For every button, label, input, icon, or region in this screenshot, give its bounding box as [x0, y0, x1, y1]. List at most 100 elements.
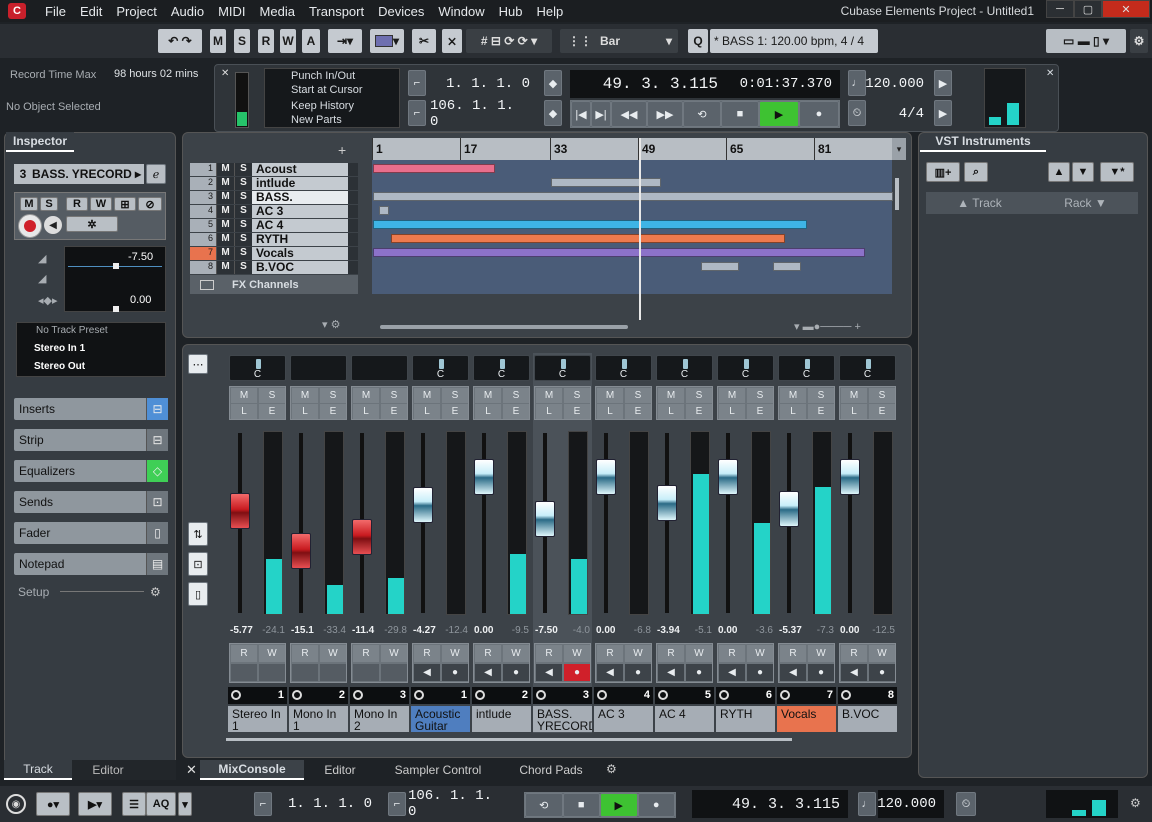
tempo-mode-icon[interactable]: ▶ — [934, 70, 952, 96]
channel-mute-button[interactable]: M — [658, 388, 684, 403]
bottom-left-locator[interactable]: 1. 1. 1. 0 — [274, 792, 380, 816]
write-button[interactable]: W — [625, 645, 651, 662]
menu-media[interactable]: Media — [253, 4, 302, 19]
bottom-settings-gear-icon[interactable]: ⚙ — [1130, 796, 1141, 810]
write-button[interactable]: W — [381, 645, 407, 662]
left-locator-icon[interactable]: ⌐ — [408, 70, 426, 96]
locator-swap-icon[interactable]: ◆ — [544, 70, 562, 96]
track-row-8[interactable]: 8 M S B.VOC — [190, 260, 358, 274]
channel-name[interactable]: Stereo In 1 — [228, 706, 287, 732]
track-row-3[interactable]: 3 M S BASS. — [190, 190, 358, 204]
fader-value[interactable]: -7.50 — [535, 625, 558, 636]
close-transport-right-icon[interactable]: ✕ — [1046, 68, 1054, 79]
channel-name[interactable]: B.VOC — [838, 706, 897, 732]
inspector-pan[interactable]: 0.00 — [130, 294, 151, 306]
read-button[interactable]: R — [597, 645, 623, 662]
right-locator-icon[interactable]: ⌐ — [408, 100, 426, 126]
inspector-solo-button[interactable]: S — [40, 197, 58, 211]
menu-transport[interactable]: Transport — [302, 4, 371, 19]
volume-fader[interactable] — [291, 533, 311, 569]
add-track-icon[interactable]: + — [338, 142, 346, 158]
track-solo-button[interactable]: S — [234, 260, 252, 274]
channel-name[interactable]: BASS. YRECORD — [533, 706, 592, 732]
fader-value[interactable]: -4.27 — [413, 625, 436, 636]
track-row-5[interactable]: 5 M S AC 4 — [190, 218, 358, 232]
volume-handle[interactable] — [113, 263, 119, 269]
play-icon[interactable]: ▶ — [759, 101, 799, 127]
write-button[interactable]: W — [869, 645, 895, 662]
write-button[interactable]: W — [564, 645, 590, 662]
write-all-button[interactable]: W — [280, 29, 296, 53]
quantize-icon[interactable]: Q — [688, 29, 708, 53]
write-button[interactable]: W — [259, 645, 285, 662]
listen-button[interactable]: L — [841, 404, 867, 419]
read-button[interactable]: R — [841, 645, 867, 662]
vst-instruments-tab[interactable]: VST Instruments — [920, 132, 1046, 152]
fader-value[interactable]: -15.1 — [291, 625, 314, 636]
fader-value[interactable]: -3.94 — [657, 625, 680, 636]
track-preset[interactable]: No Track Preset — [36, 325, 108, 336]
edit-button[interactable]: E — [564, 404, 590, 419]
menu-file[interactable]: File — [38, 4, 73, 19]
fader-view-icon[interactable]: ⇅ — [188, 522, 208, 546]
channel-name[interactable]: intlude — [472, 706, 531, 732]
record-enable-icon[interactable]: ● — [625, 664, 651, 681]
read-button[interactable]: R — [475, 645, 501, 662]
bottom-left-locator-icon[interactable]: ⌐ — [254, 792, 272, 816]
tempo-track-icon[interactable]: ♩ — [848, 70, 866, 96]
pan-knob[interactable]: C — [534, 355, 591, 381]
listen-button[interactable]: L — [475, 404, 501, 419]
input-routing[interactable]: Stereo In 1 — [34, 343, 85, 354]
bottom-metronome-icon[interactable]: ⏲ — [956, 792, 976, 816]
playhead-cursor[interactable] — [639, 138, 641, 320]
pan-handle[interactable] — [113, 306, 119, 312]
read-button[interactable]: R — [536, 645, 562, 662]
automation-button[interactable]: A — [302, 29, 320, 53]
vertical-scrollbar[interactable] — [895, 178, 899, 210]
add-instrument-icon[interactable]: ▥+ — [926, 162, 960, 182]
pan-knob[interactable]: C — [717, 355, 774, 381]
fader-value[interactable]: -5.37 — [779, 625, 802, 636]
output-routing[interactable]: Stereo Out — [34, 361, 85, 372]
listen-button[interactable]: L — [719, 404, 745, 419]
listen-button[interactable]: L — [658, 404, 684, 419]
monitor-button-icon[interactable]: ◀ — [841, 664, 867, 681]
track-mute-button[interactable]: M — [216, 246, 234, 260]
vst-track-column[interactable]: ▲ Track — [957, 196, 1002, 210]
monitor-button-icon[interactable]: ◀ — [719, 664, 745, 681]
channel-name[interactable]: Mono In 1 — [289, 706, 348, 732]
new-parts[interactable]: New Parts — [291, 114, 342, 126]
monitor-button-icon[interactable]: ◀ — [475, 664, 501, 681]
event-clip[interactable] — [373, 220, 807, 229]
inspector-bypass-icon[interactable]: ⊘ — [138, 197, 162, 211]
section-fader[interactable]: Fader ▯ — [14, 522, 168, 544]
volume-fader[interactable] — [657, 485, 677, 521]
left-locator-display[interactable]: 1. 1. 1. 0 — [430, 71, 538, 97]
cut-tool-icon[interactable]: ✂ — [412, 29, 436, 53]
channel-mute-button[interactable]: M — [780, 388, 806, 403]
channel-solo-button[interactable]: S — [381, 388, 407, 403]
zoom-slider-icon[interactable]: ▾ ▬●──── + — [794, 320, 861, 333]
project-info-field[interactable]: * BASS 1: 120.00 bpm, 4 / 4 — [710, 29, 878, 53]
pan-knob[interactable]: C — [229, 355, 286, 381]
channel-solo-button[interactable]: S — [320, 388, 346, 403]
channel-name[interactable]: Mono In 2 — [350, 706, 409, 732]
pan-knob[interactable]: C — [778, 355, 835, 381]
color-tool-icon[interactable]: ▾ — [370, 29, 404, 53]
event-clip[interactable] — [373, 164, 495, 173]
read-button[interactable]: R — [658, 645, 684, 662]
volume-fader[interactable] — [413, 487, 433, 523]
channel-solo-button[interactable]: S — [808, 388, 834, 403]
bottom-record-icon[interactable]: ● — [637, 793, 675, 817]
volume-fader[interactable] — [352, 519, 372, 555]
time-display[interactable]: 0:01:37.370 — [726, 70, 840, 98]
write-button[interactable]: W — [686, 645, 712, 662]
edit-button[interactable]: E — [686, 404, 712, 419]
chord-pads-tab[interactable]: Chord Pads — [502, 760, 600, 780]
mixer-menu-icon[interactable]: ⋯ — [188, 354, 208, 374]
inspector-track-header[interactable]: 3 BASS. YRECORD ▸ — [14, 164, 144, 184]
close-window-icon[interactable]: ✕ — [1102, 0, 1150, 18]
track-mute-button[interactable]: M — [216, 162, 234, 176]
aq-menu-icon[interactable]: ▾ — [178, 792, 192, 816]
track-mute-button[interactable]: M — [216, 260, 234, 274]
